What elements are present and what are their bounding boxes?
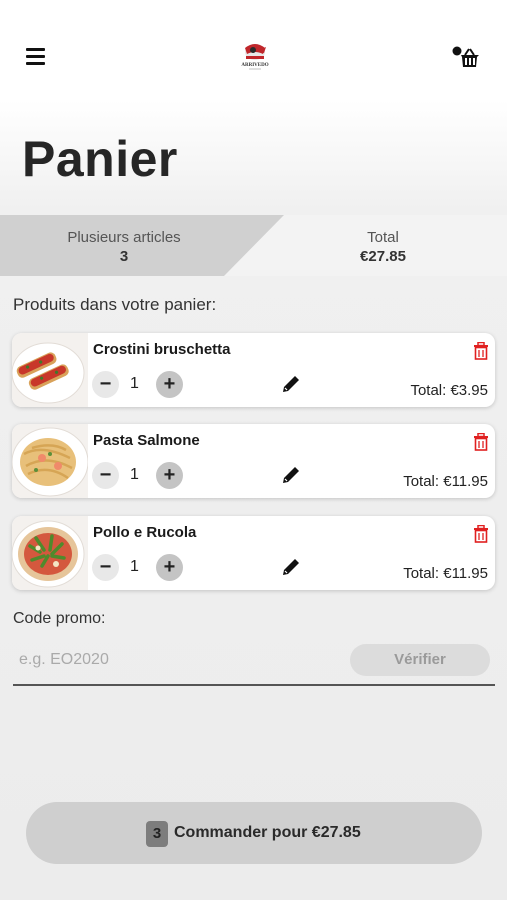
increase-quantity-button[interactable]: + xyxy=(156,554,183,581)
cart-summary-bar: Plusieurs articles 3 Total €27.85 xyxy=(0,215,507,276)
pencil-edit-icon[interactable] xyxy=(280,373,302,395)
restaurant-logo: ARRIVEDO xyxy=(236,38,274,72)
top-bar: ARRIVEDO xyxy=(0,0,507,115)
order-item-count-badge: 3 xyxy=(146,821,168,847)
trash-delete-icon[interactable] xyxy=(473,432,489,451)
product-image-pollo xyxy=(12,516,88,590)
decrease-quantity-button[interactable]: − xyxy=(92,554,119,581)
verify-promo-button[interactable]: Vérifier xyxy=(350,644,490,676)
order-button-label: Commander pour €27.85 xyxy=(174,824,361,841)
summary-total-label: Total xyxy=(367,229,399,246)
quantity-value: 1 xyxy=(130,466,139,483)
product-name: Crostini bruschetta xyxy=(93,341,231,358)
quantity-value: 1 xyxy=(130,375,139,392)
promo-code-label: Code promo: xyxy=(13,610,106,627)
cart-item-card: Pollo e Rucola − 1 + Total: €11.95 xyxy=(12,516,495,590)
summary-items-count: 3 xyxy=(119,248,129,265)
line-total: Total: €11.95 xyxy=(403,565,488,582)
summary-total: Total €27.85 xyxy=(303,229,463,265)
pencil-edit-icon[interactable] xyxy=(280,464,302,486)
promo-input-underline xyxy=(13,684,495,686)
summary-items-label: Plusieurs articles xyxy=(67,229,181,246)
svg-text:ARRIVEDO: ARRIVEDO xyxy=(241,63,268,68)
product-image-pasta xyxy=(12,424,89,498)
trash-delete-icon[interactable] xyxy=(473,524,489,543)
shopping-basket-icon[interactable] xyxy=(452,46,482,70)
summary-total-value: €27.85 xyxy=(360,248,406,265)
line-total: Total: €3.95 xyxy=(410,382,488,399)
quantity-value: 1 xyxy=(130,558,139,575)
cart-item-card: Pasta Salmone − 1 + Total: €11.95 xyxy=(12,424,495,498)
decrease-quantity-button[interactable]: − xyxy=(92,371,119,398)
line-total: Total: €11.95 xyxy=(403,473,488,490)
cart-item-card: Crostini bruschetta − 1 + Total: €3.95 xyxy=(12,333,495,407)
order-button[interactable]: 3 Commander pour €27.85 xyxy=(26,802,482,864)
product-image-crostini xyxy=(12,333,88,407)
increase-quantity-button[interactable]: + xyxy=(156,462,183,489)
hamburger-menu-icon[interactable] xyxy=(26,48,46,66)
increase-quantity-button[interactable]: + xyxy=(156,371,183,398)
promo-code-input[interactable] xyxy=(13,643,343,677)
page-title: Panier xyxy=(22,131,178,187)
cart-section-title: Produits dans votre panier: xyxy=(13,295,217,314)
pencil-edit-icon[interactable] xyxy=(280,556,302,578)
summary-items: Plusieurs articles 3 xyxy=(44,229,204,265)
product-name: Pasta Salmone xyxy=(93,432,200,449)
trash-delete-icon[interactable] xyxy=(473,341,489,360)
product-name: Pollo e Rucola xyxy=(93,524,197,541)
decrease-quantity-button[interactable]: − xyxy=(92,462,119,489)
